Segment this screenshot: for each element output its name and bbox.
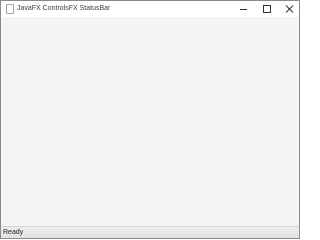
close-button[interactable] [277,1,301,17]
window-title: JavaFX ControlsFX StatusBar [17,5,111,12]
close-icon [285,5,293,13]
title-bar[interactable]: JavaFX ControlsFX StatusBar [1,1,299,17]
status-bar: Ready [1,226,299,238]
minimize-icon [239,8,247,10]
app-icon [6,4,14,14]
maximize-button[interactable] [255,1,279,17]
minimize-button[interactable] [231,1,255,17]
maximize-icon [263,5,271,13]
content-area [1,17,299,226]
application-window: JavaFX ControlsFX StatusBar Ready [0,0,300,239]
status-text: Ready [3,229,24,236]
